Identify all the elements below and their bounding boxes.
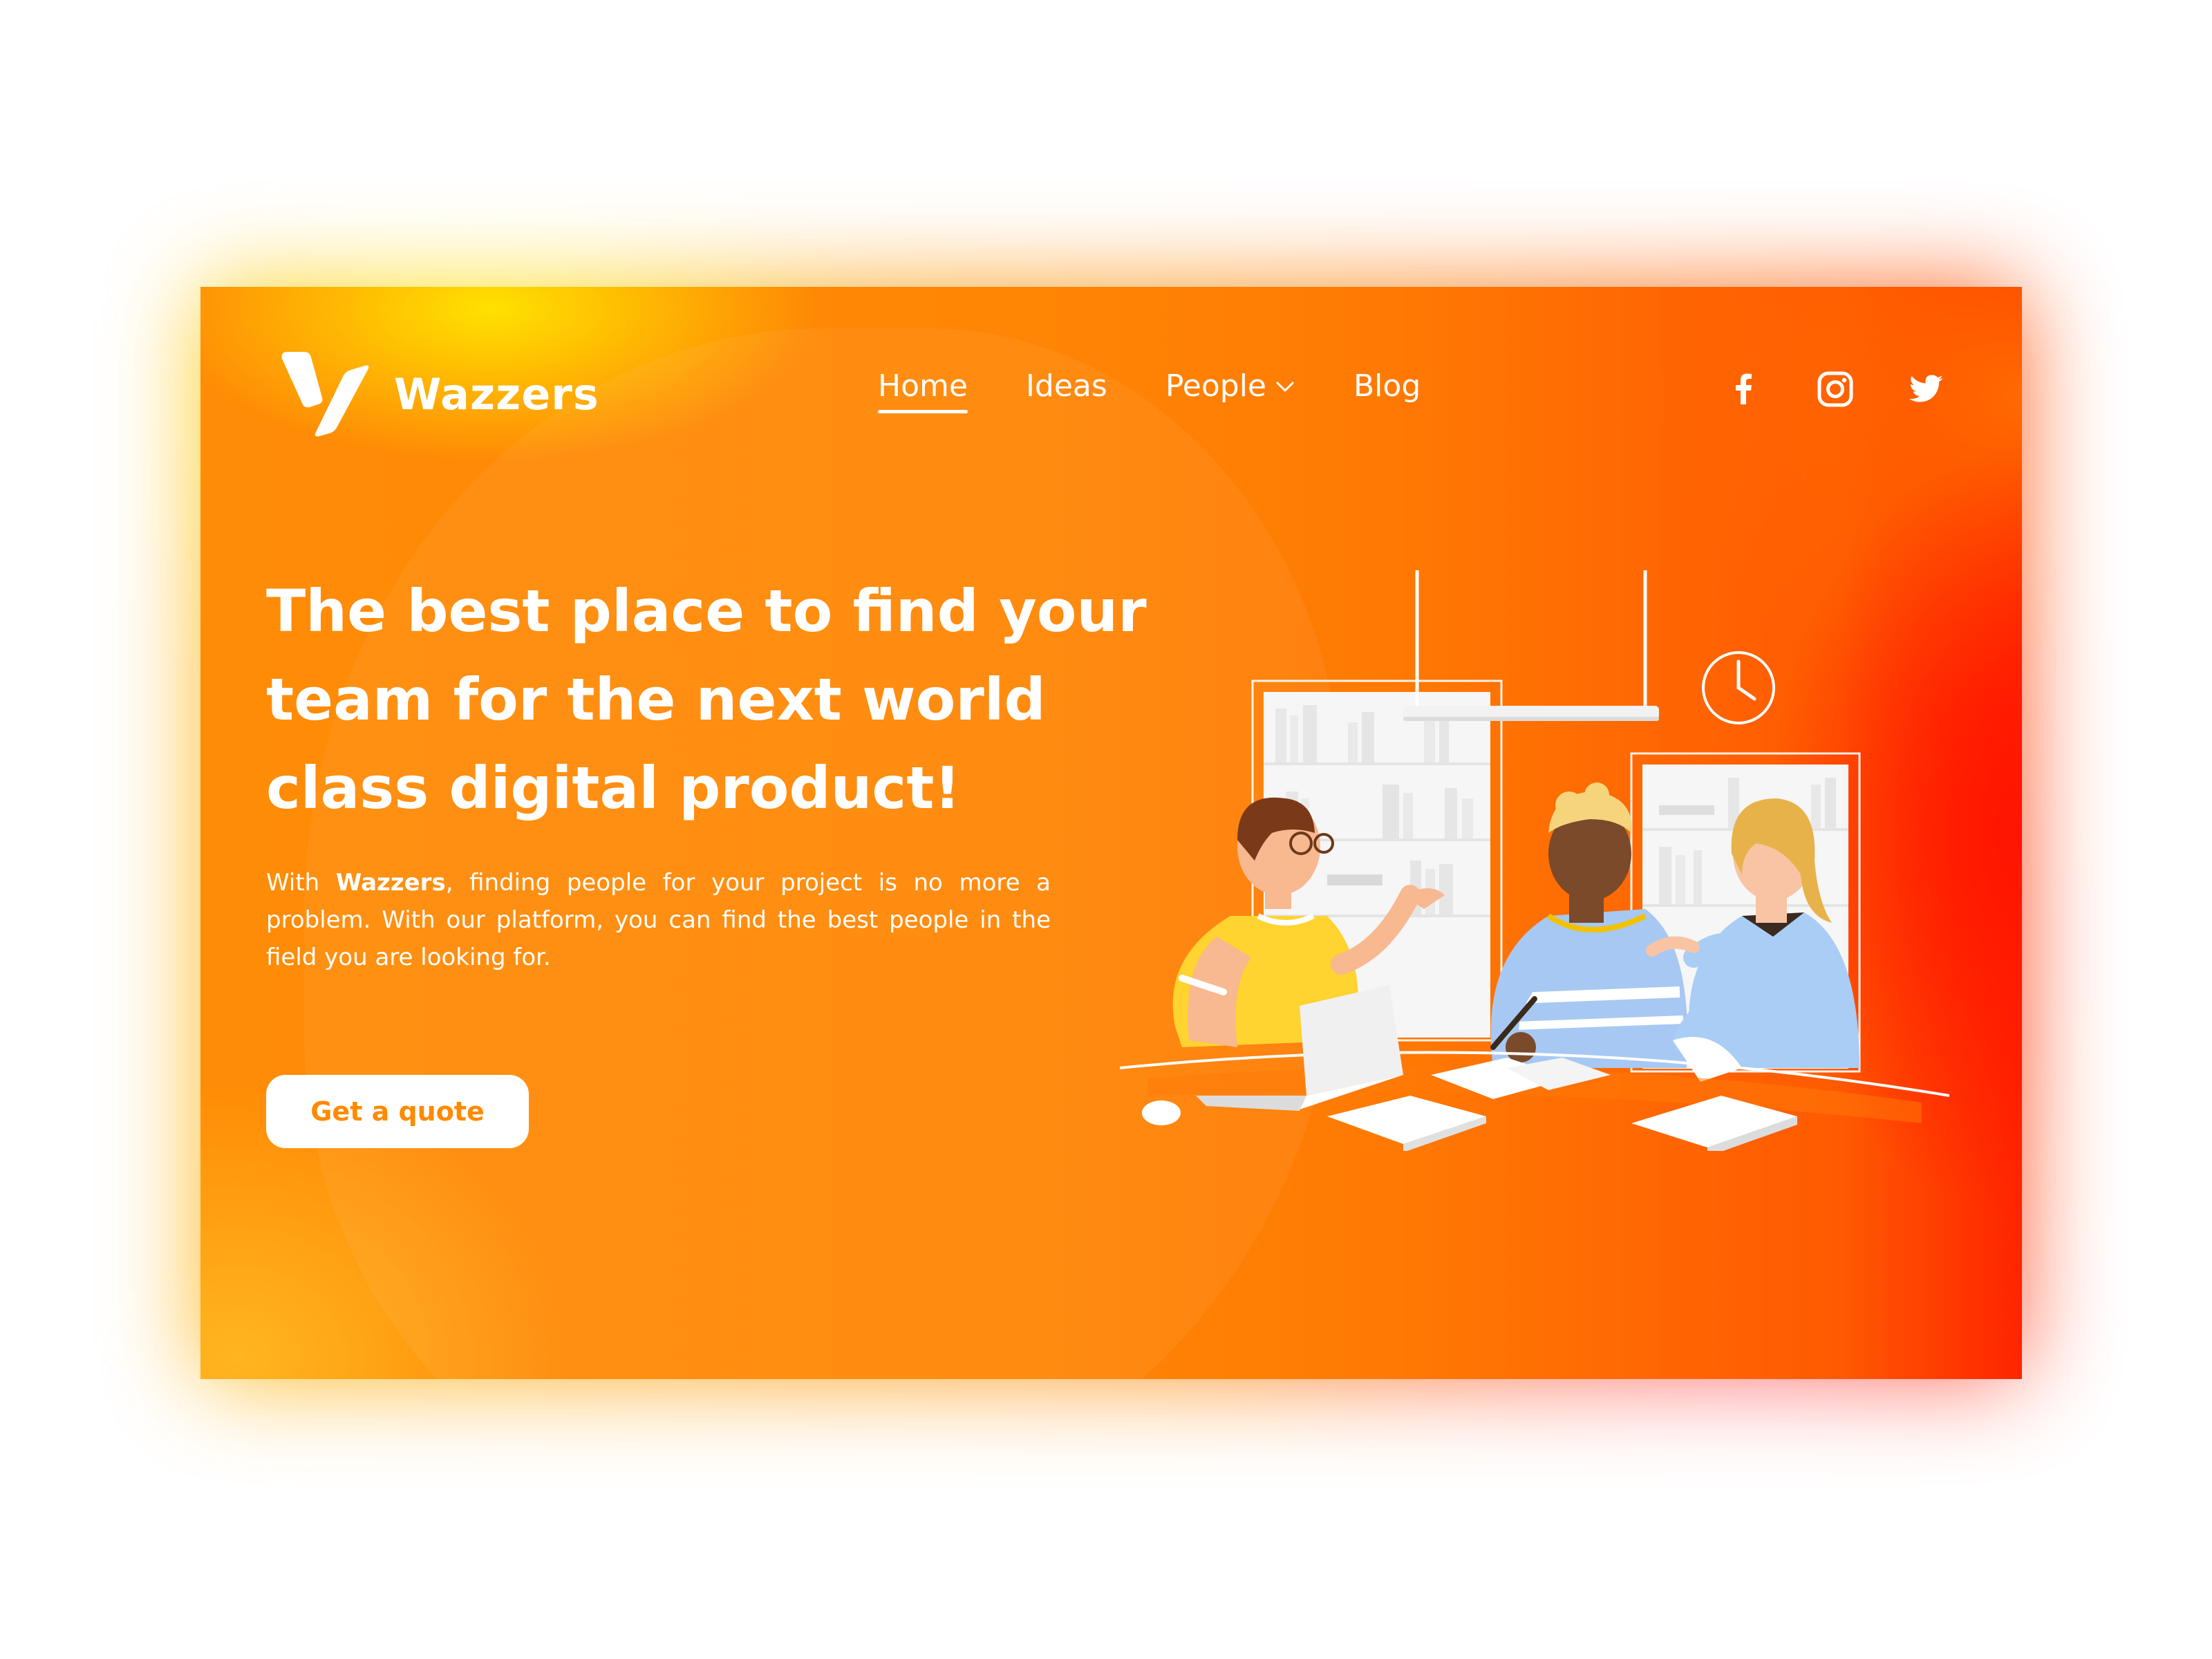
nav-item-blog-label: Blog: [1353, 368, 1421, 404]
hero-card: Wazzers Home Ideas People Blog The best …: [200, 287, 2022, 1379]
page: Wazzers Home Ideas People Blog The best …: [0, 0, 2212, 1659]
nav-item-home[interactable]: Home: [878, 368, 968, 413]
brand-name: Wazzers: [394, 368, 599, 420]
get-quote-button[interactable]: Get a quote: [266, 1075, 529, 1148]
nav-item-ideas[interactable]: Ideas: [1026, 368, 1107, 404]
team-meeting-illustration: [1120, 570, 1949, 1151]
mouse: [1142, 1100, 1181, 1125]
nav-item-people-label: People: [1165, 368, 1266, 404]
main-nav: Home Ideas People Blog: [878, 368, 1479, 413]
instagram-icon[interactable]: [1816, 370, 1855, 409]
wazzers-logo-icon: [281, 352, 369, 437]
hero-description: With Wazzers, finding people for your pr…: [266, 864, 1051, 976]
nav-item-ideas-label: Ideas: [1025, 368, 1107, 404]
twitter-icon[interactable]: [1907, 370, 1946, 409]
logo[interactable]: Wazzers: [276, 349, 599, 439]
hero-headline: The best place to find your team for the…: [266, 577, 1147, 822]
chevron-down-icon: [1276, 382, 1294, 391]
hero-description-prefix: With: [266, 869, 336, 897]
clock-icon: [1702, 651, 1775, 724]
nav-item-people[interactable]: People: [1165, 368, 1295, 404]
nav-item-home-label: Home: [878, 368, 968, 404]
facebook-icon[interactable]: [1725, 370, 1763, 409]
social-links: [1672, 370, 1946, 409]
hero-description-brand: Wazzers: [335, 869, 446, 897]
nav-item-blog[interactable]: Blog: [1353, 368, 1421, 404]
